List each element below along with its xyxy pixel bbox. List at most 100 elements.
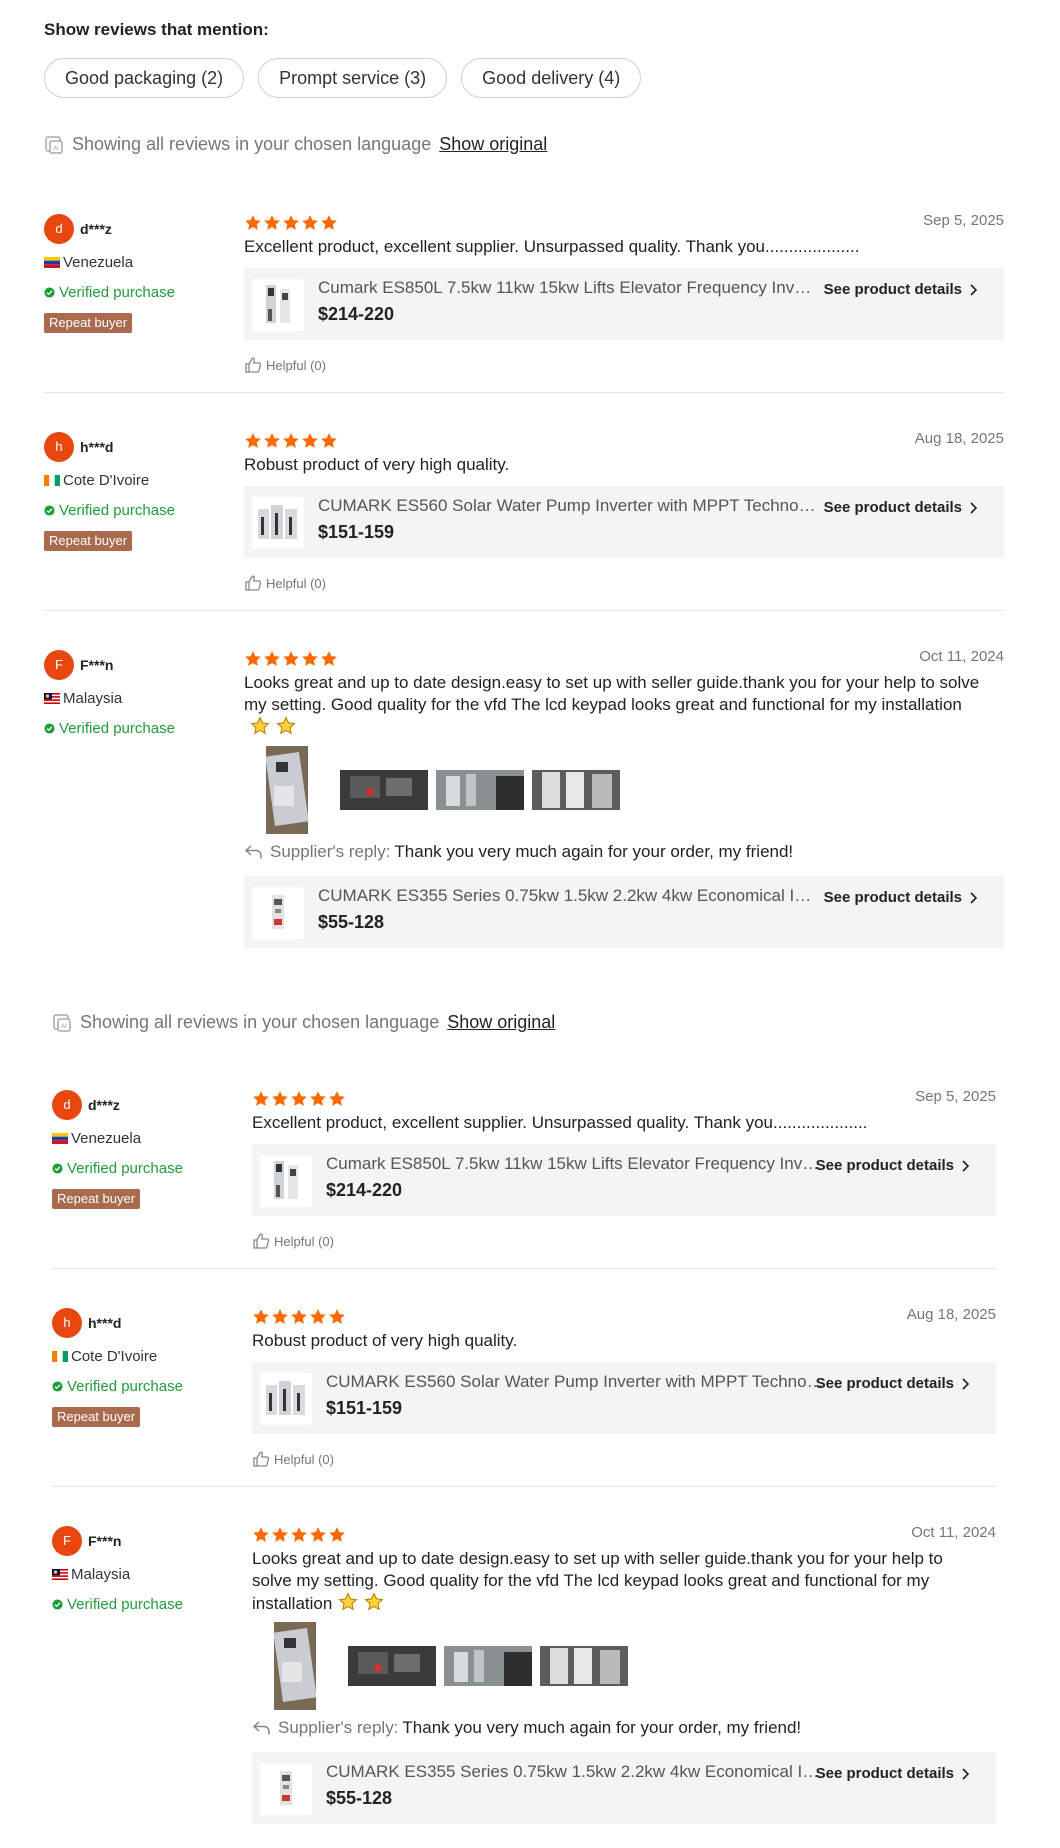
star-icon bbox=[245, 433, 261, 448]
reviewer-country: Malaysia bbox=[52, 1566, 130, 1583]
star-icon bbox=[253, 1527, 269, 1542]
chip-prompt-service[interactable]: Prompt service (3) bbox=[258, 58, 448, 98]
verified-check-icon bbox=[52, 1599, 63, 1610]
verified-purchase: Verified purchase bbox=[44, 720, 175, 737]
review-text: Robust product of very high quality. bbox=[252, 1331, 518, 1350]
product-price: $151-159 bbox=[318, 522, 395, 542]
verified-label: Verified purchase bbox=[67, 1378, 183, 1395]
review-text-body: Looks great and up to date design.easy t… bbox=[244, 673, 980, 714]
language-notice: AI Showing all reviews in your chosen lan… bbox=[52, 1012, 555, 1033]
avatar: h bbox=[44, 432, 74, 462]
helpful-button[interactable]: Helpful (0) bbox=[252, 1450, 334, 1468]
review-photo[interactable] bbox=[252, 1622, 340, 1710]
review-divider bbox=[52, 1486, 996, 1487]
product-name: Cumark ES850L 7.5kw 11kw 15kw Lifts Elev… bbox=[326, 1154, 826, 1173]
repeat-buyer-badge: Repeat buyer bbox=[52, 1407, 141, 1427]
verified-purchase: Verified purchase bbox=[52, 1160, 183, 1177]
star-icon bbox=[283, 215, 299, 230]
see-product-details-link[interactable]: See product details bbox=[824, 889, 978, 906]
product-card[interactable]: Cumark ES850L 7.5kw 11kw 15kw Lifts Elev… bbox=[252, 1144, 996, 1216]
reviewer-country: Venezuela bbox=[52, 1130, 141, 1147]
star-icon bbox=[329, 1527, 345, 1542]
product-price: $55-128 bbox=[318, 912, 385, 932]
review-date: Sep 5, 2025 bbox=[923, 212, 1004, 229]
review-photo[interactable] bbox=[540, 1622, 628, 1710]
product-card[interactable]: CUMARK ES560 Solar Water Pump Inverter w… bbox=[252, 1362, 996, 1434]
review-text: Excellent product, excellent supplier. U… bbox=[244, 237, 860, 256]
language-notice: AI Showing all reviews in your chosen lan… bbox=[44, 134, 547, 155]
reviewer-country: Cote D'Ivoire bbox=[44, 472, 149, 489]
reviewer-country: Venezuela bbox=[44, 254, 133, 271]
star-icon bbox=[291, 1091, 307, 1106]
product-thumbnail bbox=[252, 887, 304, 939]
chip-good-packaging[interactable]: Good packaging (2) bbox=[44, 58, 245, 98]
review-photo[interactable] bbox=[244, 746, 332, 834]
country-flag-icon bbox=[52, 1569, 68, 1580]
verified-label: Verified purchase bbox=[67, 1160, 183, 1177]
see-product-details-link[interactable]: See product details bbox=[816, 1765, 970, 1782]
see-product-details-link[interactable]: See product details bbox=[824, 281, 978, 298]
review-photo[interactable] bbox=[444, 1622, 532, 1710]
review-date: Sep 5, 2025 bbox=[915, 1088, 996, 1105]
product-card[interactable]: CUMARK ES355 Series 0.75kw 1.5kw 2.2kw 4… bbox=[244, 876, 1004, 948]
product-card[interactable]: Cumark ES850L 7.5kw 11kw 15kw Lifts Elev… bbox=[244, 268, 1004, 340]
product-price: $214-220 bbox=[318, 304, 395, 324]
star-emoji-icon bbox=[250, 716, 270, 735]
star-icon bbox=[329, 1309, 345, 1324]
see-product-details-link[interactable]: See product details bbox=[816, 1375, 970, 1392]
star-icon bbox=[321, 215, 337, 230]
rating-stars bbox=[244, 432, 338, 450]
star-icon bbox=[291, 1527, 307, 1542]
see-product-details-label: See product details bbox=[815, 1157, 954, 1174]
review-date: Aug 18, 2025 bbox=[914, 430, 1004, 447]
country-name: Venezuela bbox=[63, 254, 134, 271]
show-original-link[interactable]: Show original bbox=[447, 1012, 555, 1033]
reviewer-name: F***n bbox=[80, 657, 114, 673]
see-product-details-label: See product details bbox=[823, 889, 962, 906]
translate-icon: AI bbox=[45, 135, 63, 154]
chip-good-delivery[interactable]: Good delivery (4) bbox=[461, 58, 642, 98]
mention-chips: Good packaging (2) Prompt service (3) Go… bbox=[44, 58, 642, 98]
star-icon bbox=[253, 1309, 269, 1324]
product-price: $214-220 bbox=[326, 1180, 403, 1200]
helpful-button[interactable]: Helpful (0) bbox=[252, 1232, 334, 1250]
verified-check-icon bbox=[52, 1163, 63, 1174]
country-flag-icon bbox=[44, 475, 60, 486]
verified-label: Verified purchase bbox=[59, 284, 175, 301]
chevron-right-icon bbox=[970, 501, 978, 514]
product-card[interactable]: CUMARK ES560 Solar Water Pump Inverter w… bbox=[244, 486, 1004, 558]
see-product-details-label: See product details bbox=[815, 1375, 954, 1392]
star-icon bbox=[283, 651, 299, 666]
product-name: CUMARK ES560 Solar Water Pump Inverter w… bbox=[326, 1372, 826, 1391]
rating-stars bbox=[252, 1090, 346, 1108]
review-photo[interactable] bbox=[348, 1622, 436, 1710]
reviewer-name: d***z bbox=[80, 221, 112, 237]
review-text: Looks great and up to date design.easy t… bbox=[252, 1548, 976, 1615]
verified-check-icon bbox=[44, 287, 55, 298]
reviewer-name: d***z bbox=[88, 1097, 120, 1113]
star-icon bbox=[272, 1309, 288, 1324]
review-text: Robust product of very high quality. bbox=[244, 455, 510, 474]
verified-check-icon bbox=[44, 723, 55, 734]
product-card[interactable]: CUMARK ES355 Series 0.75kw 1.5kw 2.2kw 4… bbox=[252, 1752, 996, 1824]
show-original-link[interactable]: Show original bbox=[439, 134, 547, 155]
review-photo[interactable] bbox=[532, 746, 620, 834]
helpful-button[interactable]: Helpful (0) bbox=[244, 574, 326, 592]
chevron-right-icon bbox=[970, 283, 978, 296]
language-notice-text: Showing all reviews in your chosen langu… bbox=[72, 134, 432, 154]
product-thumbnail bbox=[260, 1155, 312, 1207]
star-icon bbox=[245, 215, 261, 230]
star-emoji-icon bbox=[276, 716, 296, 735]
review-photo[interactable] bbox=[340, 746, 428, 834]
product-thumbnail bbox=[260, 1763, 312, 1815]
avatar: d bbox=[44, 214, 74, 244]
see-product-details-link[interactable]: See product details bbox=[824, 499, 978, 516]
helpful-button[interactable]: Helpful (0) bbox=[244, 356, 326, 374]
country-flag-icon bbox=[52, 1351, 68, 1362]
see-product-details-link[interactable]: See product details bbox=[816, 1157, 970, 1174]
review-divider bbox=[44, 610, 1004, 611]
language-notice-text: Showing all reviews in your chosen langu… bbox=[80, 1012, 440, 1032]
avatar: F bbox=[52, 1526, 82, 1556]
thumbs-up-icon bbox=[245, 575, 262, 591]
review-photo[interactable] bbox=[436, 746, 524, 834]
